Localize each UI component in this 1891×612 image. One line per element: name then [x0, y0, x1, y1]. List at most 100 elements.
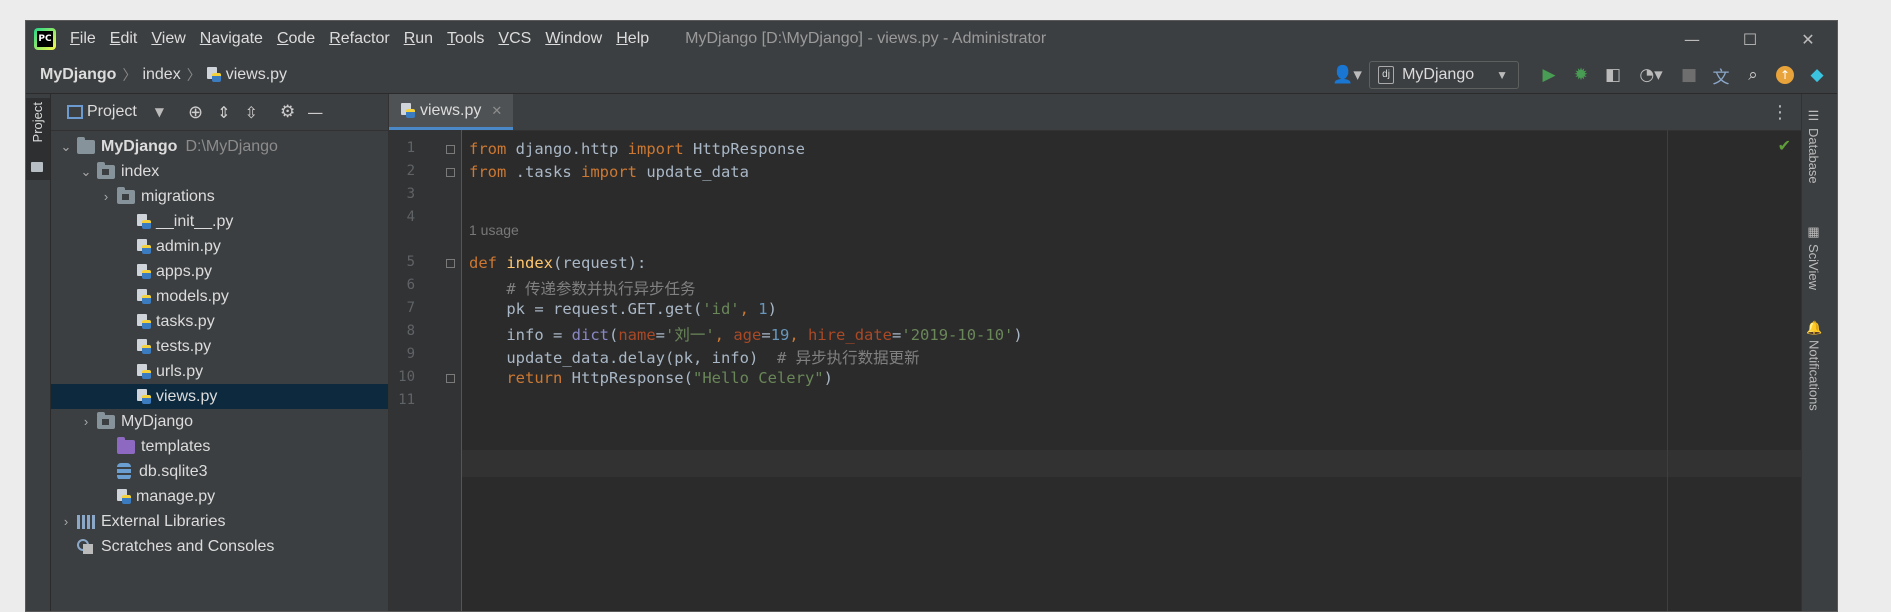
tree-item-label: views.py: [156, 387, 218, 405]
tree-item[interactable]: models.py: [51, 284, 388, 309]
project-panel: Project ▼ ⊕ ⇕ ⇳ ⚙ — ⌄ MyDjango D:\MyDjango…: [51, 94, 389, 611]
tree-item[interactable]: manage.py: [51, 484, 388, 509]
tree-item[interactable]: ⌄ index: [51, 159, 388, 184]
minimize-icon[interactable]: —: [1663, 21, 1721, 57]
chevron-down-icon[interactable]: ⌄: [79, 164, 93, 180]
update-icon[interactable]: ↑: [1769, 60, 1801, 90]
code-token: =: [761, 326, 771, 344]
code-token: (: [608, 326, 619, 344]
tree-item[interactable]: › External Libraries: [51, 509, 388, 534]
menu-help[interactable]: Help: [616, 30, 649, 48]
collapse-all-icon[interactable]: ⇳: [245, 103, 258, 122]
code-token: update_data: [636, 163, 749, 181]
tree-item[interactable]: templates: [51, 434, 388, 459]
code-token: pk = request.GET.get(: [469, 300, 703, 318]
close-icon[interactable]: ✕: [1779, 21, 1837, 57]
python-file-icon: [137, 213, 151, 230]
chevron-down-icon[interactable]: ▼: [155, 105, 164, 119]
tree-item[interactable]: › migrations: [51, 184, 388, 209]
tree-item[interactable]: urls.py: [51, 359, 388, 384]
window-title: MyDjango [D:\MyDjango] - views.py - Admi…: [685, 30, 1047, 47]
chevron-down-icon[interactable]: ⌄: [59, 139, 73, 155]
python-file-icon: [137, 388, 151, 405]
tree-item[interactable]: ⌄ MyDjango D:\MyDjango: [51, 134, 388, 159]
menu-refactor[interactable]: Refactor: [329, 30, 389, 48]
tree-item[interactable]: __init__.py: [51, 209, 388, 234]
menu-tools[interactable]: Tools: [447, 30, 484, 48]
coverage-icon[interactable]: ◧: [1597, 60, 1629, 90]
maximize-icon[interactable]: ☐: [1721, 21, 1779, 57]
left-tool-strip: Project: [26, 94, 51, 611]
menu-edit[interactable]: Edit: [110, 30, 138, 48]
code-area[interactable]: from django.http import HttpResponse from…: [469, 130, 1789, 611]
chevron-right-icon[interactable]: ›: [99, 189, 113, 204]
breadcrumb-file[interactable]: views.py: [226, 66, 287, 84]
tree-item[interactable]: admin.py: [51, 234, 388, 259]
jetbrains-icon[interactable]: ◆: [1801, 60, 1833, 90]
tree-item[interactable]: views.py: [51, 384, 388, 409]
tree-item-label: MyDjango: [121, 412, 194, 430]
folder-icon: [77, 136, 95, 154]
translate-icon[interactable]: 文: [1705, 60, 1737, 90]
project-panel-title[interactable]: Project: [87, 103, 137, 121]
menu-navigate[interactable]: Navigate: [200, 30, 263, 48]
code-editor: views.py ✕ ⋮ 1 2 3 4 5 6 7 8 9 10 11 1 usage from …: [389, 94, 1801, 611]
tree-item[interactable]: tests.py: [51, 334, 388, 359]
menu-bar: File Edit View Navigate Code Refactor Run Tools…: [70, 30, 663, 48]
database-tool-tab[interactable]: ☰ Database: [1806, 108, 1821, 184]
sciview-tool-tab[interactable]: ▦ SciView: [1806, 224, 1821, 290]
expand-all-icon[interactable]: ⇕: [217, 103, 230, 122]
locate-file-icon[interactable]: ⊕: [188, 102, 203, 123]
tree-item[interactable]: Scratches and Consoles: [51, 534, 388, 559]
breadcrumb-folder[interactable]: index: [142, 66, 180, 84]
chevron-right-icon[interactable]: ›: [79, 414, 93, 429]
fold-marker-icon[interactable]: [446, 145, 455, 154]
tree-item[interactable]: db.sqlite3: [51, 459, 388, 484]
line-number: 5: [406, 254, 415, 270]
code-token: HttpResponse(: [571, 369, 693, 387]
chevron-right-icon: 〉: [186, 67, 201, 83]
no-problems-check-icon[interactable]: ✔: [1778, 136, 1791, 155]
profile-icon[interactable]: ◔▾: [1629, 60, 1673, 90]
code-token: (request):: [553, 254, 647, 272]
tree-item[interactable]: tasks.py: [51, 309, 388, 334]
tree-item-label: index: [121, 162, 160, 180]
database-icon: ☰: [1807, 108, 1820, 123]
tree-item[interactable]: apps.py: [51, 259, 388, 284]
close-tab-icon[interactable]: ✕: [491, 103, 502, 119]
editor-tab-views[interactable]: views.py ✕: [389, 94, 513, 130]
code-token: age: [733, 326, 762, 344]
line-number-gutter: 1 2 3 4 5 6 7 8 9 10 11: [389, 130, 462, 611]
more-options-icon[interactable]: ⋮: [1771, 102, 1789, 123]
menu-run[interactable]: Run: [404, 30, 433, 48]
chevron-right-icon[interactable]: ›: [59, 514, 73, 529]
search-icon[interactable]: ⌕: [1737, 60, 1769, 90]
hide-panel-icon[interactable]: —: [307, 103, 323, 122]
code-token: ,: [739, 300, 759, 318]
breadcrumb-project[interactable]: MyDjango: [40, 66, 116, 84]
run-icon[interactable]: ▶: [1533, 60, 1565, 90]
stop-icon[interactable]: ■: [1673, 60, 1705, 90]
fold-marker-icon[interactable]: [446, 374, 455, 383]
menu-vcs[interactable]: VCS: [498, 30, 531, 48]
menu-view[interactable]: View: [151, 30, 185, 48]
user-account-icon[interactable]: 👤▾: [1325, 60, 1369, 90]
code-token: from: [469, 163, 507, 181]
fold-marker-icon[interactable]: [446, 168, 455, 177]
menu-window[interactable]: Window: [545, 30, 602, 48]
code-line: info = dict(name='刘一', age=19, hire_date…: [469, 323, 1022, 345]
menu-file[interactable]: File: [70, 30, 96, 48]
gear-icon[interactable]: ⚙: [280, 102, 295, 122]
run-configuration-select[interactable]: dj MyDjango ▼: [1369, 61, 1519, 89]
code-line: from .tasks import update_data: [469, 163, 749, 181]
debug-icon[interactable]: ✹: [1565, 60, 1597, 90]
tree-item-path: D:\MyDjango: [185, 137, 278, 155]
sciview-icon: ▦: [1807, 224, 1820, 239]
tree-item-label: manage.py: [136, 487, 216, 505]
tree-item[interactable]: › MyDjango: [51, 409, 388, 434]
project-tool-tab[interactable]: Project: [26, 98, 50, 180]
notifications-tool-tab[interactable]: 🔔 Notifications: [1806, 320, 1822, 411]
python-file-icon: [137, 263, 151, 280]
fold-marker-icon[interactable]: [446, 259, 455, 268]
menu-code[interactable]: Code: [277, 30, 315, 48]
